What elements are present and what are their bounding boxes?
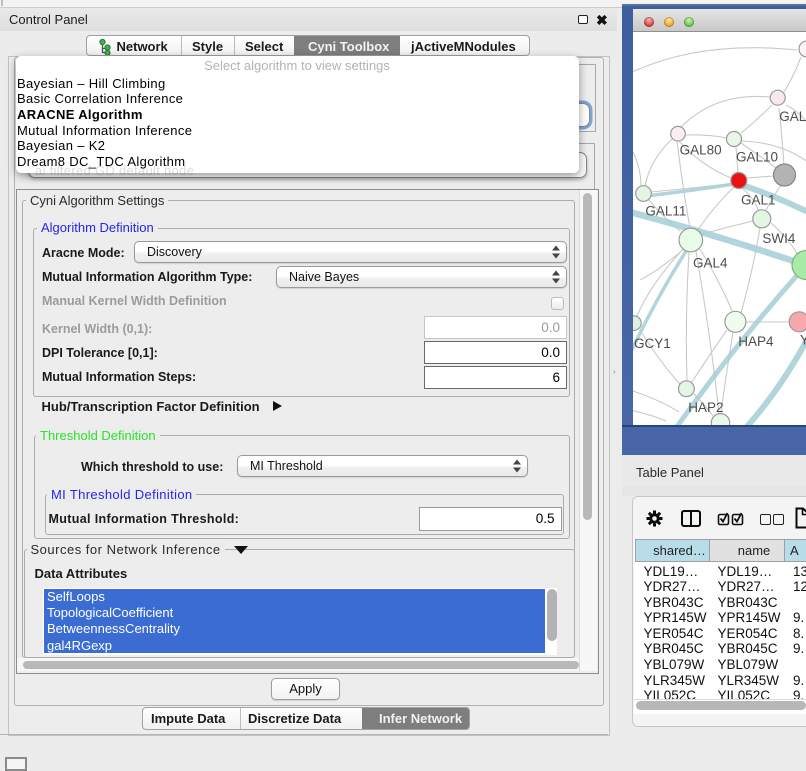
svg-text:GAL80: GAL80 bbox=[680, 142, 722, 157]
svg-text:GAL4: GAL4 bbox=[693, 255, 728, 270]
svg-text:SWI4: SWI4 bbox=[762, 231, 795, 246]
svg-text:HAP2: HAP2 bbox=[688, 400, 723, 415]
svg-text:Y: Y bbox=[800, 333, 806, 348]
svg-text:GAL10: GAL10 bbox=[736, 149, 778, 164]
svg-text:GAL7: GAL7 bbox=[779, 109, 806, 124]
svg-text:HAP4: HAP4 bbox=[738, 334, 774, 349]
svg-text:GAL1: GAL1 bbox=[741, 192, 776, 207]
svg-text:GCY1: GCY1 bbox=[634, 336, 671, 351]
svg-text:GAL11: GAL11 bbox=[645, 204, 686, 219]
